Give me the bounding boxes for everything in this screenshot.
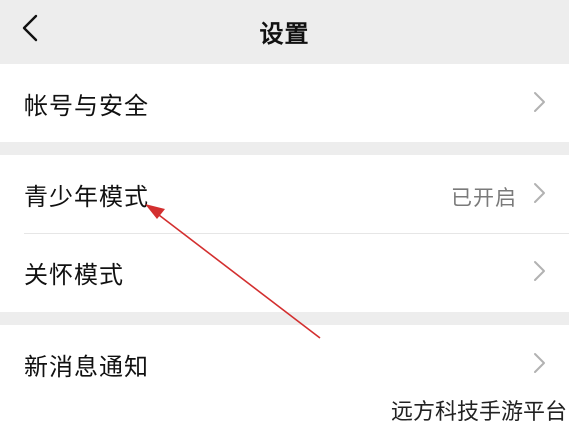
- settings-item-label: 帐号与安全: [24, 92, 149, 120]
- settings-group-modes: 青少年模式 已开启 关怀模式: [0, 155, 569, 312]
- page-title: 设置: [259, 20, 310, 48]
- watermark-text: 远方科技手游平台: [390, 400, 567, 425]
- settings-item-label: 关怀模式: [24, 261, 124, 289]
- settings-page: 设置 帐号与安全 青少年模式 已开启 关怀模式 新消息通知 远方科技手游平台: [0, 0, 569, 427]
- settings-item-account-security[interactable]: 帐号与安全: [0, 64, 569, 142]
- nav-header: 设置: [0, 0, 569, 62]
- settings-item-label: 青少年模式: [24, 183, 149, 211]
- settings-item-new-message-notification[interactable]: 新消息通知: [0, 325, 569, 403]
- settings-item-status: 已开启: [451, 186, 517, 210]
- chevron-right-icon: [534, 353, 545, 373]
- settings-group-account: 帐号与安全: [0, 64, 569, 142]
- settings-item-teen-mode[interactable]: 青少年模式 已开启: [0, 155, 569, 233]
- chevron-right-icon: [534, 261, 545, 281]
- chevron-right-icon: [534, 183, 545, 203]
- settings-item-label: 新消息通知: [24, 353, 149, 381]
- chevron-right-icon: [534, 92, 545, 112]
- settings-item-care-mode[interactable]: 关怀模式: [0, 233, 569, 311]
